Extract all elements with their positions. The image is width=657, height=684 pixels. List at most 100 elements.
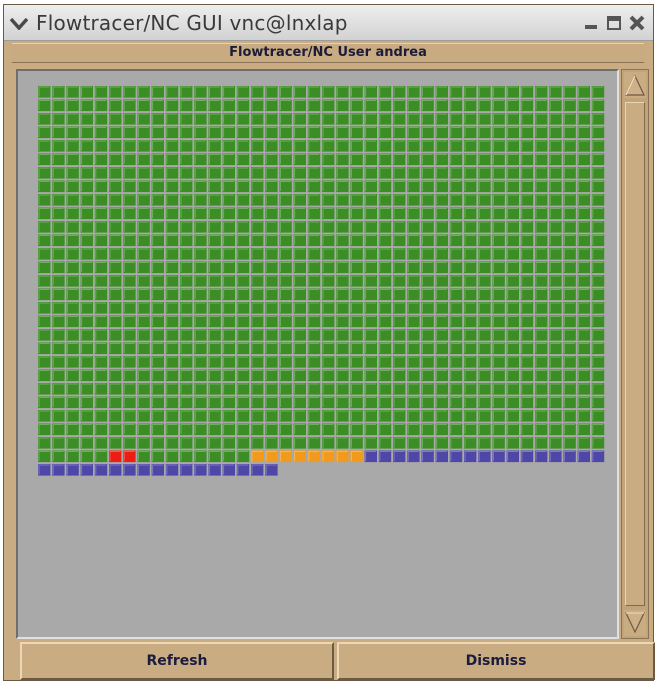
job-cell-green[interactable] — [549, 153, 562, 166]
job-cell-green[interactable] — [194, 248, 207, 260]
job-cell-green[interactable] — [449, 437, 463, 449]
job-cell-green[interactable] — [180, 194, 193, 206]
job-cell-green[interactable] — [38, 248, 51, 260]
job-cell-green[interactable] — [137, 113, 150, 125]
job-cell-green[interactable] — [94, 329, 108, 341]
job-cell-green[interactable] — [194, 207, 207, 220]
job-cell-green[interactable] — [378, 437, 392, 449]
job-cell-green[interactable] — [165, 302, 179, 314]
job-cell-green[interactable] — [236, 288, 250, 301]
job-cell-green[interactable] — [123, 180, 136, 193]
job-cell-green[interactable] — [591, 180, 605, 193]
job-cell-green[interactable] — [251, 234, 264, 247]
job-cell-green[interactable] — [38, 126, 51, 139]
job-cell-green[interactable] — [38, 86, 51, 98]
job-cell-green[interactable] — [520, 207, 534, 220]
job-cell-green[interactable] — [194, 329, 207, 341]
job-cell-green[interactable] — [265, 275, 278, 287]
job-cell-green[interactable] — [350, 86, 363, 98]
job-cell-green[interactable] — [393, 248, 406, 260]
job-cell-green[interactable] — [222, 153, 235, 166]
job-cell-purple[interactable] — [80, 464, 93, 476]
job-cell-green[interactable] — [151, 99, 164, 112]
job-cell-green[interactable] — [421, 275, 434, 287]
job-cell-green[interactable] — [123, 369, 136, 382]
job-cell-green[interactable] — [180, 342, 193, 355]
job-cell-green[interactable] — [478, 423, 491, 436]
job-cell-green[interactable] — [449, 356, 463, 368]
job-cell-green[interactable] — [208, 234, 221, 247]
job-cell-green[interactable] — [222, 356, 235, 368]
job-cell-green[interactable] — [393, 275, 406, 287]
job-cell-green[interactable] — [407, 234, 420, 247]
job-cell-green[interactable] — [492, 423, 505, 436]
job-cell-green[interactable] — [251, 437, 264, 449]
job-cell-green[interactable] — [151, 275, 164, 287]
title-bar[interactable]: Flowtracer/NC GUI vnc@lnxlap — [4, 5, 653, 41]
job-cell-green[interactable] — [492, 113, 505, 125]
job-cell-green[interactable] — [52, 126, 65, 139]
job-cell-green[interactable] — [137, 207, 150, 220]
job-cell-green[interactable] — [506, 126, 519, 139]
job-cell-green[interactable] — [222, 275, 235, 287]
job-cell-green[interactable] — [38, 383, 51, 395]
job-cell-green[interactable] — [492, 180, 505, 193]
job-cell-green[interactable] — [535, 153, 548, 166]
job-cell-green[interactable] — [322, 410, 335, 422]
job-cell-purple[interactable] — [265, 464, 278, 476]
job-cell-green[interactable] — [549, 86, 562, 98]
job-cell-green[interactable] — [478, 261, 491, 274]
job-cell-green[interactable] — [123, 302, 136, 314]
job-cell-green[interactable] — [577, 369, 590, 382]
job-cell-green[interactable] — [251, 86, 264, 98]
job-cell-green[interactable] — [66, 369, 79, 382]
job-cell-green[interactable] — [506, 140, 519, 152]
job-cell-green[interactable] — [563, 423, 576, 436]
job-cell-red[interactable] — [123, 450, 136, 463]
job-cell-green[interactable] — [80, 234, 93, 247]
job-cell-green[interactable] — [265, 248, 278, 260]
job-cell-green[interactable] — [180, 99, 193, 112]
job-cell-green[interactable] — [307, 342, 321, 355]
job-cell-purple[interactable] — [222, 464, 235, 476]
job-cell-green[interactable] — [577, 194, 590, 206]
job-cell-green[interactable] — [66, 180, 79, 193]
job-cell-green[interactable] — [336, 288, 349, 301]
job-cell-green[interactable] — [449, 329, 463, 341]
job-cell-green[interactable] — [364, 356, 377, 368]
job-cell-green[interactable] — [520, 383, 534, 395]
job-cell-green[interactable] — [322, 207, 335, 220]
job-cell-purple[interactable] — [520, 450, 534, 463]
job-cell-green[interactable] — [123, 356, 136, 368]
job-cell-green[interactable] — [123, 288, 136, 301]
job-cell-green[interactable] — [66, 221, 79, 233]
job-cell-green[interactable] — [506, 113, 519, 125]
job-cell-green[interactable] — [222, 329, 235, 341]
job-cell-green[interactable] — [194, 275, 207, 287]
scrollbar-thumb[interactable] — [625, 102, 645, 606]
job-cell-green[interactable] — [236, 126, 250, 139]
job-cell-green[interactable] — [307, 288, 321, 301]
job-cell-green[interactable] — [464, 275, 477, 287]
job-cell-green[interactable] — [165, 194, 179, 206]
job-cell-green[interactable] — [94, 167, 108, 179]
job-cell-green[interactable] — [236, 342, 250, 355]
job-cell-green[interactable] — [38, 180, 51, 193]
job-cell-green[interactable] — [151, 207, 164, 220]
job-cell-green[interactable] — [407, 261, 420, 274]
job-cell-green[interactable] — [421, 86, 434, 98]
job-cell-green[interactable] — [66, 248, 79, 260]
job-cell-green[interactable] — [535, 383, 548, 395]
job-cell-green[interactable] — [506, 86, 519, 98]
minimize-icon[interactable] — [582, 14, 600, 32]
job-cell-green[interactable] — [94, 383, 108, 395]
job-cell-green[interactable] — [421, 194, 434, 206]
job-cell-green[interactable] — [407, 315, 420, 328]
job-cell-green[interactable] — [194, 288, 207, 301]
job-cell-green[interactable] — [563, 315, 576, 328]
job-cell-green[interactable] — [591, 396, 605, 409]
job-cell-green[interactable] — [251, 248, 264, 260]
job-cell-green[interactable] — [336, 437, 349, 449]
job-cell-green[interactable] — [378, 356, 392, 368]
job-cell-green[interactable] — [478, 153, 491, 166]
